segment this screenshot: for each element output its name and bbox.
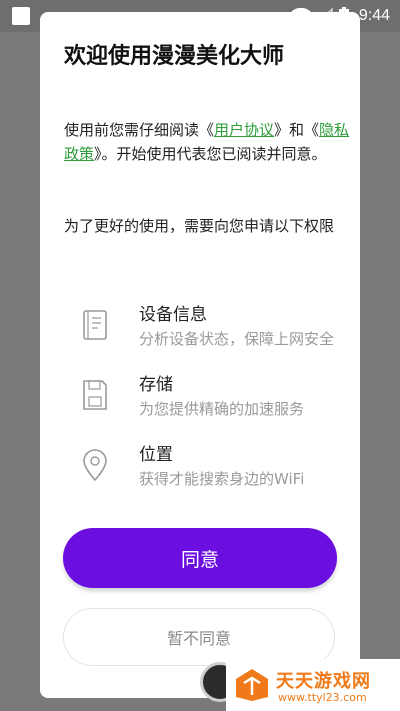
permission-desc: 获得才能搜索身边的WiFi	[139, 470, 305, 488]
permission-request-text: 为了更好的使用，需要向您申请以下权限	[64, 217, 335, 235]
watermark: 天天游戏网 www.ttyl23.com	[226, 659, 400, 711]
notification-icon	[12, 7, 30, 25]
intro-suffix: 》。开始使用代表您已阅读并同意。	[94, 145, 327, 163]
agree-button[interactable]: 同意	[63, 528, 337, 588]
watermark-name: 天天游戏网	[276, 671, 371, 692]
watermark-logo-icon	[236, 669, 268, 701]
permission-item-device-info: 设备信息 分析设备状态，保障上网安全	[64, 300, 360, 350]
intro-prefix: 使用前您需仔细阅读《	[64, 121, 215, 139]
disagree-button[interactable]: 暂不同意	[63, 608, 335, 666]
permission-desc: 分析设备状态，保障上网安全	[139, 330, 335, 348]
permission-title: 位置	[139, 445, 173, 465]
permission-desc: 为您提供精确的加速服务	[139, 400, 305, 418]
location-pin-icon	[83, 449, 107, 482]
user-agreement-link[interactable]: 用户协议	[214, 121, 274, 139]
permission-title: 设备信息	[139, 305, 207, 325]
device-info-icon	[83, 310, 107, 340]
clock: 9:44	[358, 7, 390, 24]
intro-mid: 》和《	[274, 121, 320, 139]
dialog-title: 欢迎使用漫漫美化大师	[64, 44, 285, 69]
intro-text: 使用前您需仔细阅读《用户协议》和《隐私政策》。开始使用代表您已阅读并同意。	[64, 118, 354, 166]
privacy-dialog: 欢迎使用漫漫美化大师 使用前您需仔细阅读《用户协议》和《隐私政策》。开始使用代表…	[40, 12, 360, 698]
permission-title: 存储	[139, 375, 173, 395]
watermark-url: www.ttyl23.com	[278, 691, 367, 704]
permission-item-storage: 存储 为您提供精确的加速服务	[64, 370, 360, 420]
storage-icon	[83, 380, 107, 410]
permission-item-location: 位置 获得才能搜索身边的WiFi	[64, 440, 360, 490]
